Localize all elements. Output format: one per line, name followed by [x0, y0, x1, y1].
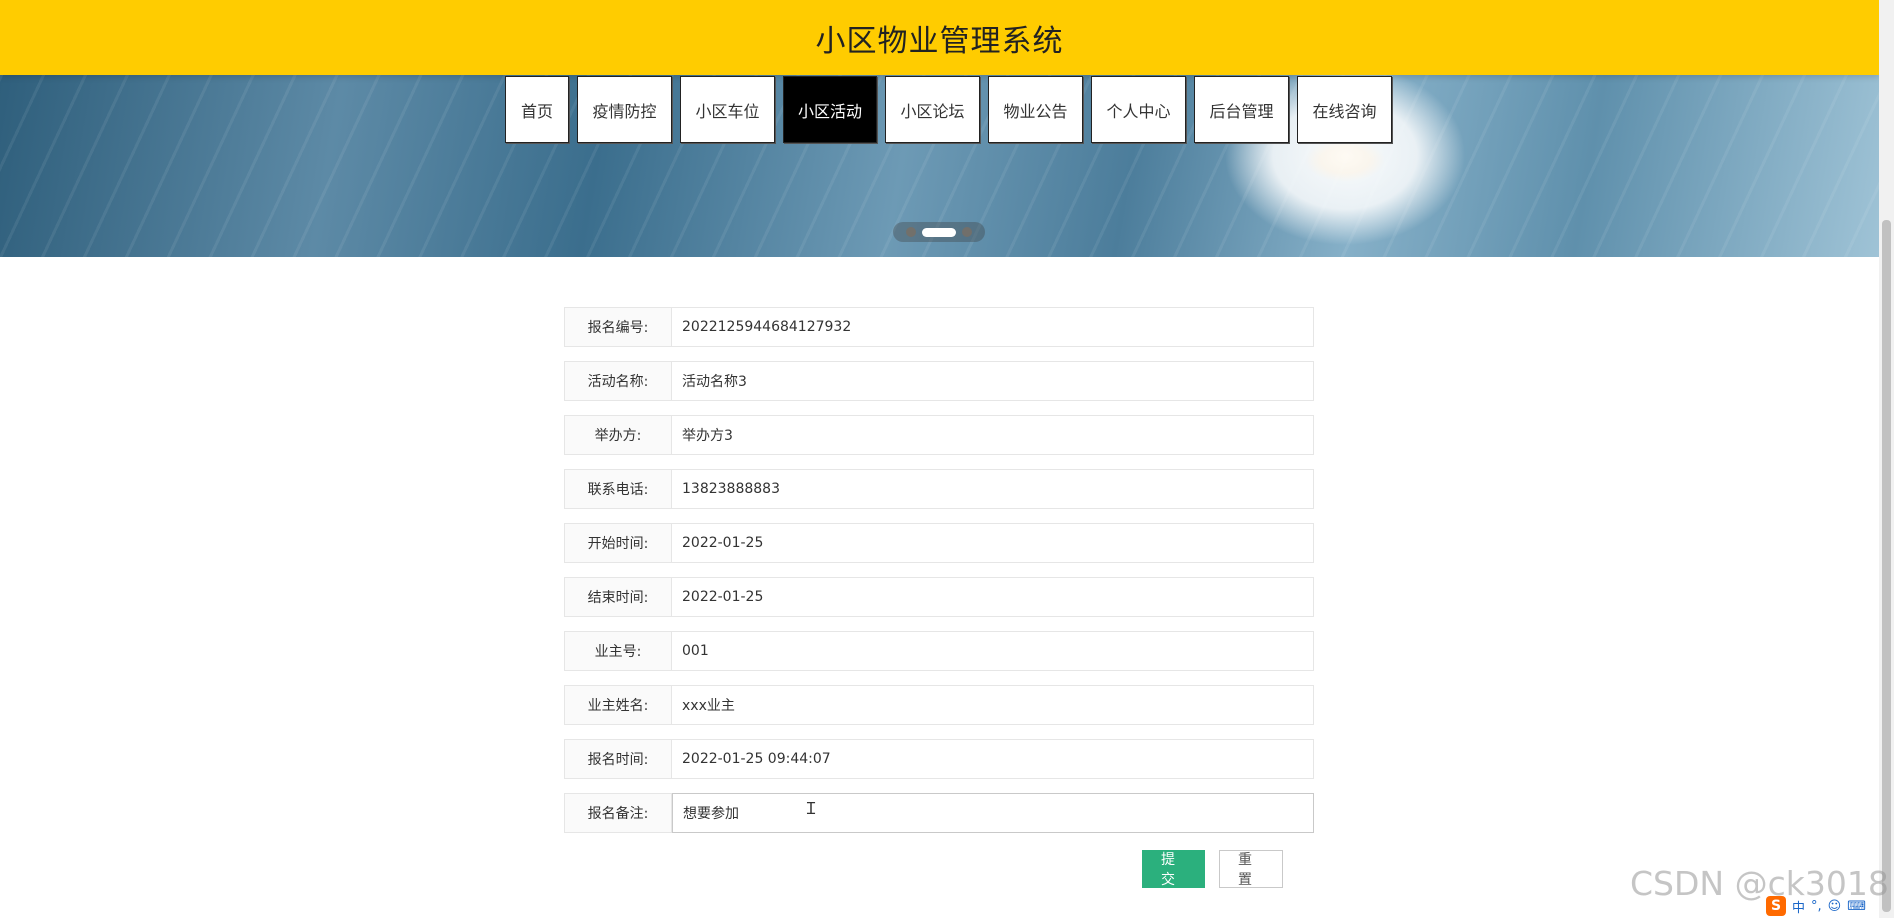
carousel-dot[interactable] — [962, 227, 972, 237]
scrollbar-thumb[interactable] — [1882, 220, 1891, 912]
owner-no-field[interactable] — [672, 631, 1314, 671]
keyboard-icon[interactable]: ⌨ — [1847, 899, 1866, 914]
owner-name-field[interactable] — [672, 685, 1314, 725]
nav-item-consult[interactable]: 在线咨询 — [1297, 76, 1392, 143]
vertical-scrollbar[interactable] — [1879, 0, 1894, 918]
end-time-field[interactable] — [672, 577, 1314, 617]
label-activity-name: 活动名称: — [564, 361, 672, 401]
reset-button[interactable]: 重置 — [1219, 850, 1283, 888]
form-row-activity-name: 活动名称: — [564, 361, 1314, 401]
start-time-field[interactable] — [672, 523, 1314, 563]
i-beam-cursor-icon: Ｉ — [803, 799, 820, 818]
label-remark: 报名备注: — [564, 793, 672, 833]
ime-logo-icon[interactable]: S — [1766, 896, 1786, 916]
emoji-icon[interactable]: ☺ — [1828, 899, 1842, 914]
form-row-remark: 报名备注: — [564, 793, 1314, 833]
form-row-end-time: 结束时间: — [564, 577, 1314, 617]
form-actions: 提交 重置 — [1142, 850, 1283, 888]
organizer-field[interactable] — [672, 415, 1314, 455]
label-registration-time: 报名时间: — [564, 739, 672, 779]
page: 小区物业管理系统 首页 疫情防控 小区车位 小区活动 小区论坛 物业公告 个人中… — [0, 0, 1894, 918]
carousel-dot-active[interactable] — [922, 227, 956, 237]
nav-item-activities[interactable]: 小区活动 — [783, 76, 877, 143]
label-start-time: 开始时间: — [564, 523, 672, 563]
form-row-registration-no: 报名编号: — [564, 307, 1314, 347]
site-header: 小区物业管理系统 — [0, 0, 1879, 75]
label-owner-no: 业主号: — [564, 631, 672, 671]
site-title: 小区物业管理系统 — [815, 23, 1064, 59]
form-row-organizer: 举办方: — [564, 415, 1314, 455]
nav-item-admin[interactable]: 后台管理 — [1194, 76, 1289, 143]
remark-field[interactable] — [672, 793, 1314, 833]
nav-item-forum[interactable]: 小区论坛 — [885, 76, 980, 143]
nav-item-notices[interactable]: 物业公告 — [988, 76, 1083, 143]
form-row-owner-no: 业主号: — [564, 631, 1314, 671]
label-end-time: 结束时间: — [564, 577, 672, 617]
carousel-indicators — [893, 222, 985, 242]
form-row-phone: 联系电话: — [564, 469, 1314, 509]
nav-item-profile[interactable]: 个人中心 — [1091, 76, 1186, 143]
ime-toolbar[interactable]: S 中 °, ☺ ⌨ — [1766, 896, 1866, 916]
nav-item-home[interactable]: 首页 — [505, 76, 569, 143]
registration-form: 报名编号: 活动名称: 举办方: 联系电话: 开始时间: 结束时间: 业主号: — [564, 307, 1314, 847]
ime-mode-label[interactable]: 中 — [1792, 897, 1805, 916]
punctuation-icon[interactable]: °, — [1811, 899, 1822, 914]
registration-time-field[interactable] — [672, 739, 1314, 779]
label-owner-name: 业主姓名: — [564, 685, 672, 725]
form-row-registration-time: 报名时间: — [564, 739, 1314, 779]
form-row-start-time: 开始时间: — [564, 523, 1314, 563]
label-phone: 联系电话: — [564, 469, 672, 509]
nav-item-parking[interactable]: 小区车位 — [680, 76, 775, 143]
label-organizer: 举办方: — [564, 415, 672, 455]
label-registration-no: 报名编号: — [564, 307, 672, 347]
phone-field[interactable] — [672, 469, 1314, 509]
registration-no-field[interactable] — [672, 307, 1314, 347]
nav-item-epidemic[interactable]: 疫情防控 — [577, 76, 672, 143]
form-row-owner-name: 业主姓名: — [564, 685, 1314, 725]
carousel-dot[interactable] — [906, 227, 916, 237]
main-nav: 首页 疫情防控 小区车位 小区活动 小区论坛 物业公告 个人中心 后台管理 在线… — [505, 76, 1392, 143]
submit-button[interactable]: 提交 — [1142, 850, 1205, 888]
activity-name-field[interactable] — [672, 361, 1314, 401]
